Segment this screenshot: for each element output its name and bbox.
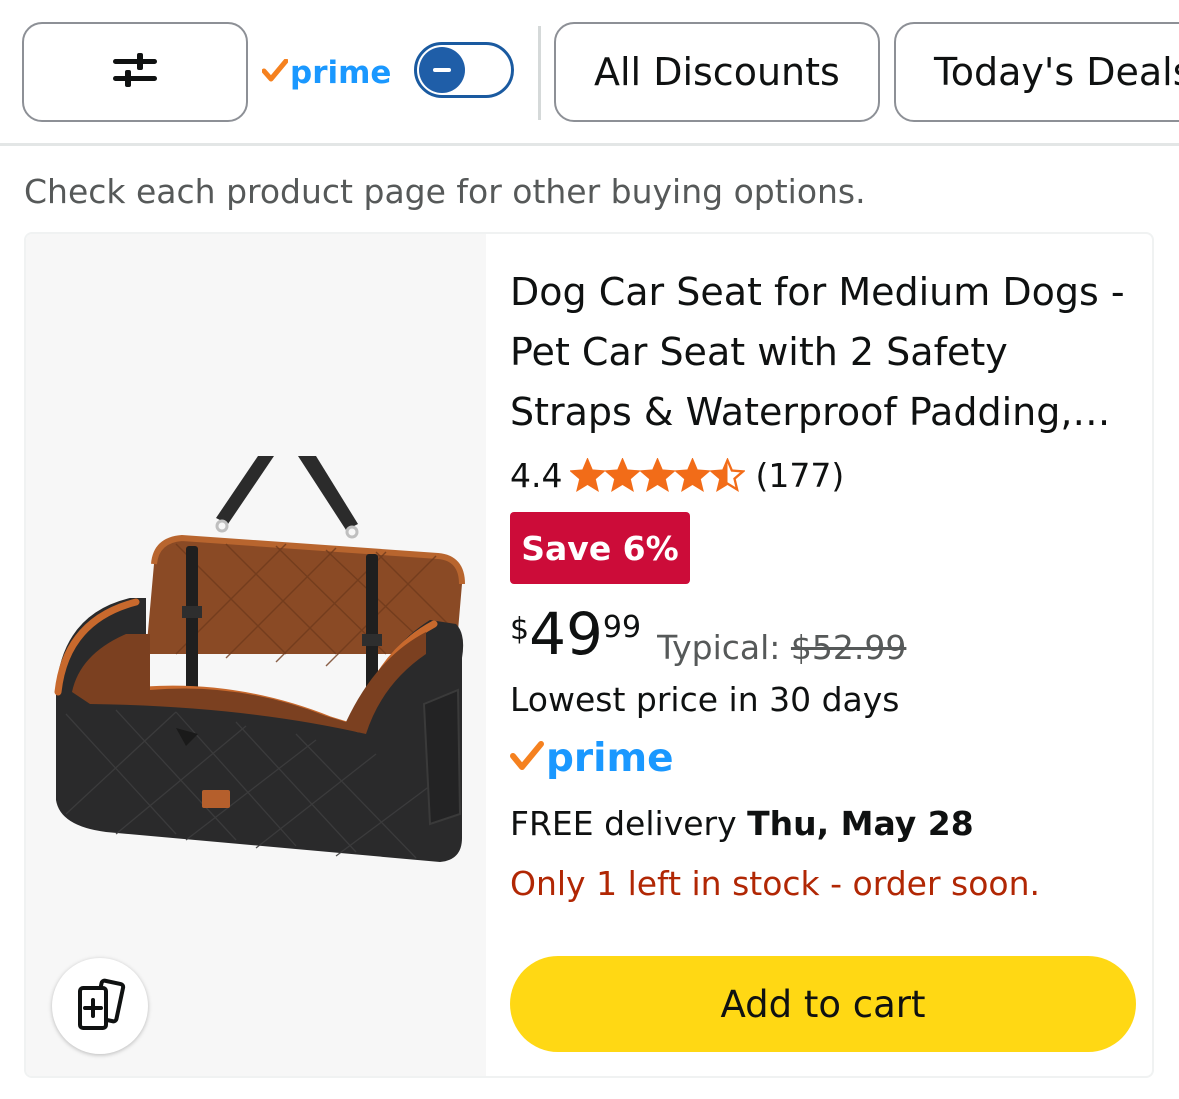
delivery-date: Thu, May 28 [747,804,974,843]
price-whole: 49 [529,600,603,668]
add-to-cart-button[interactable]: Add to cart [510,956,1136,1052]
stock-note: Only 1 left in stock - order soon. [510,864,1040,903]
save-badge: Save 6% [510,512,690,584]
price: $ 49 99 Typical: $52.99 [510,602,906,672]
rating-value: 4.4 [510,455,563,495]
filter-bar: prime All Discounts Today's Deals [0,0,1179,146]
sliders-icon [111,53,159,91]
typical-price: Typical: $52.99 [657,628,906,667]
prime-check-icon [261,58,289,87]
product-image-panel[interactable] [26,234,486,1078]
prime-badge-text: prime [546,735,674,781]
product-title[interactable]: Dog Car Seat for Medium Dogs - Pet Car S… [510,262,1140,442]
star-icon [570,457,606,492]
filter-button[interactable] [22,22,248,122]
typical-price-value: $52.99 [790,628,907,667]
buying-options-notice: Check each product page for other buying… [24,172,866,211]
compare-button[interactable] [52,958,148,1054]
delivery-prefix: FREE delivery [510,804,737,843]
price-currency: $ [510,612,530,647]
review-count[interactable]: (177) [755,456,844,495]
star-icon [710,457,746,492]
prime-toggle[interactable] [414,42,514,98]
toggle-knob [419,47,465,93]
todays-deals-filter[interactable]: Today's Deals [894,22,1179,122]
star-rating [570,457,746,493]
prime-logo-text: prime [290,55,392,91]
prime-check-icon [510,741,544,775]
delivery-info: FREE delivery Thu, May 28 [510,804,974,843]
price-fraction: 99 [602,610,642,645]
star-icon [605,457,641,492]
prime-logo: prime [261,50,392,96]
lowest-price-note: Lowest price in 30 days [510,680,900,719]
all-discounts-filter[interactable]: All Discounts [554,22,880,122]
prime-badge: prime [510,732,674,784]
product-image[interactable] [26,234,486,1078]
product-info: Dog Car Seat for Medium Dogs - Pet Car S… [510,234,1150,1076]
divider [538,26,541,120]
typical-label: Typical: [657,628,781,667]
star-icon [675,457,711,492]
compare-cards-icon [70,974,130,1038]
rating-row[interactable]: 4.4 (177) [510,452,844,498]
product-card[interactable]: Dog Car Seat for Medium Dogs - Pet Car S… [24,232,1154,1078]
star-icon [640,457,676,492]
minus-icon [433,68,451,72]
